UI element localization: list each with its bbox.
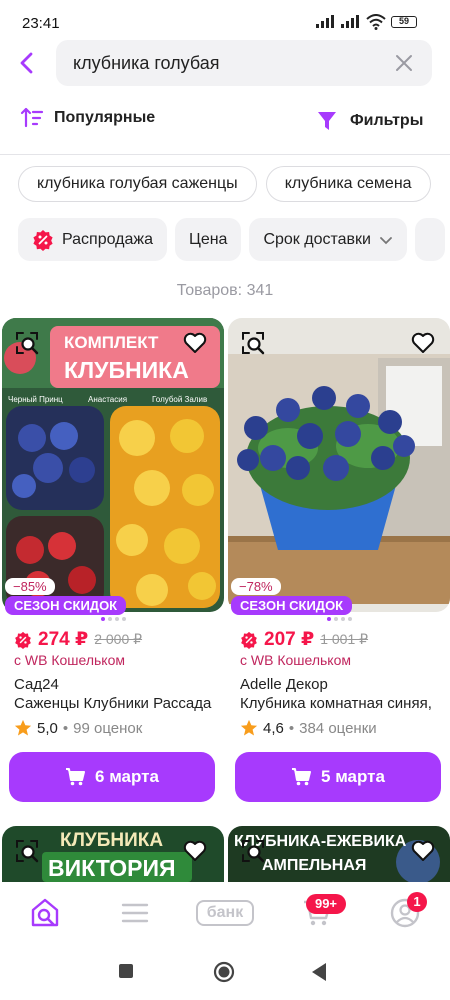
status-time: 23:41 <box>22 15 60 32</box>
promo-badge: СЕЗОН СКИДОК <box>5 596 127 615</box>
search-row <box>0 40 450 88</box>
catalog-menu-icon[interactable] <box>118 896 152 930</box>
brand-name: Adelle Декор <box>240 676 328 693</box>
image-label-top: КОМПЛЕКТ <box>64 333 159 352</box>
product-name: Саженцы Клубники Рассада <box>14 695 212 712</box>
cart-icon <box>292 768 312 786</box>
sort-icon <box>20 107 44 128</box>
profile-badge: 1 <box>407 892 427 912</box>
price-filter[interactable]: Цена <box>174 218 242 261</box>
search-box <box>56 40 432 86</box>
image-label-top: КЛУБНИКА <box>60 830 163 851</box>
quick-filters: Распродажа Цена Срок доставки <box>18 218 445 261</box>
price-row: 274 ₽ 2 000 ₽ <box>14 628 142 651</box>
brand-name: Сад24 <box>14 676 59 693</box>
divider <box>0 154 450 155</box>
filter-funnel-icon <box>318 112 336 130</box>
review-count: 384 оценки <box>299 719 377 737</box>
cart-icon <box>66 768 86 786</box>
sale-percent-icon <box>15 631 31 649</box>
delivery-date: 5 марта <box>321 767 385 786</box>
rating-row: 5,0 • 99 оценок <box>14 719 142 737</box>
variety-label: Анастасия <box>88 395 127 404</box>
filter-button[interactable]: Фильтры <box>316 110 423 132</box>
suggestion-chips: клубника голубая саженцы клубника семена <box>18 166 431 202</box>
image-pager-dots <box>228 617 450 621</box>
rating-value: 4,6 <box>263 719 284 737</box>
suggestion-chip[interactable]: клубника голубая саженцы <box>18 166 257 202</box>
price-row: 207 ₽ 1 001 ₽ <box>240 628 368 651</box>
battery-icon: 59 <box>391 16 417 28</box>
variety-label: Голубой Залив <box>152 395 207 404</box>
wifi-icon <box>366 14 386 30</box>
heart-icon[interactable] <box>182 330 208 356</box>
review-count: 99 оценок <box>73 719 143 737</box>
variety-label: Черный Принц <box>8 395 63 404</box>
current-price: 207 ₽ <box>264 629 315 650</box>
visual-search-icon[interactable] <box>240 838 266 864</box>
star-icon <box>14 719 32 736</box>
bank-tab[interactable]: банк <box>196 900 254 926</box>
status-bar: 23:41 59 <box>0 0 450 42</box>
sale-percent-icon <box>241 631 257 649</box>
current-price: 274 ₽ <box>38 629 89 650</box>
star-icon <box>240 719 258 736</box>
suggestion-chip[interactable]: клубника семена <box>265 166 431 202</box>
cell-signal-2-icon <box>341 15 359 28</box>
old-price: 2 000 ₽ <box>94 631 143 647</box>
delivery-date: 6 марта <box>95 767 159 786</box>
clear-icon[interactable] <box>394 53 414 73</box>
back-arrow-icon[interactable] <box>16 51 40 75</box>
discount-badge: −85% <box>5 578 55 595</box>
heart-icon[interactable] <box>182 838 208 864</box>
results-count: Товаров: 341 <box>176 282 274 299</box>
product-name: Клубника комнатная синяя, <box>240 695 432 712</box>
old-price: 1 001 ₽ <box>320 631 369 647</box>
rating-value: 5,0 <box>37 719 58 737</box>
home-search-icon[interactable] <box>28 896 62 930</box>
heart-icon[interactable] <box>410 330 436 356</box>
bottom-tab-bar: банк 99+ 1 <box>0 882 450 944</box>
product-image[interactable]: КОМПЛЕКТ КЛУБНИКА Черный Принц Анастасия… <box>2 318 224 612</box>
chevron-down-icon <box>380 236 392 244</box>
search-input[interactable] <box>73 40 383 86</box>
image-label-big: ВИКТОРИЯ <box>48 855 176 881</box>
delivery-filter-label: Срок доставки <box>263 231 371 248</box>
heart-icon[interactable] <box>410 838 436 864</box>
visual-search-icon[interactable] <box>240 330 266 356</box>
visual-search-icon[interactable] <box>14 330 40 356</box>
sort-label: Популярные <box>54 109 156 126</box>
promo-badge: СЕЗОН СКИДОК <box>231 596 353 615</box>
wallet-note: с WB Кошельком <box>240 652 351 668</box>
visual-search-icon[interactable] <box>14 838 40 864</box>
sale-percent-icon <box>33 229 53 251</box>
image-pager-dots <box>2 617 224 621</box>
sale-filter-label: Распродажа <box>62 231 153 248</box>
delivery-filter[interactable]: Срок доставки <box>249 218 407 261</box>
system-nav-bar <box>0 944 450 1000</box>
home-icon[interactable] <box>213 961 235 983</box>
add-to-cart-button[interactable]: 5 марта <box>235 752 441 802</box>
sort-button[interactable]: Популярные <box>20 106 155 130</box>
sort-filter-row: Популярные Фильтры <box>0 102 450 142</box>
cell-signal-icon <box>316 15 334 28</box>
rating-row: 4,6 • 384 оценки <box>240 719 377 737</box>
cart-badge: 99+ <box>306 894 346 914</box>
back-icon[interactable] <box>310 962 328 982</box>
discount-badge: −78% <box>231 578 281 595</box>
filter-label: Фильтры <box>350 112 424 129</box>
wallet-note: с WB Кошельком <box>14 652 125 668</box>
more-filter[interactable] <box>414 218 445 261</box>
image-label-big: КЛУБНИКА <box>64 357 189 383</box>
image-label-big: АМПЕЛЬНАЯ <box>262 857 366 874</box>
add-to-cart-button[interactable]: 6 марта <box>9 752 215 802</box>
sale-filter[interactable]: Распродажа <box>18 218 167 261</box>
recents-icon[interactable] <box>118 963 134 979</box>
product-image[interactable] <box>228 318 450 612</box>
